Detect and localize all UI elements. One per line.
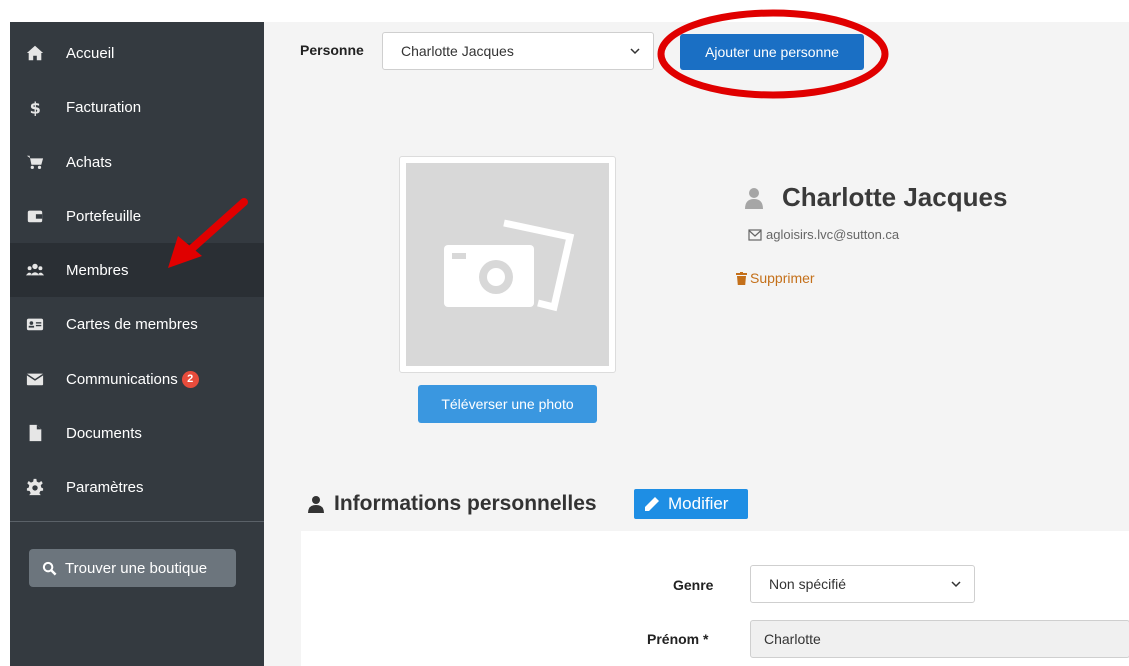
sidebar-item-accueil[interactable]: Accueil [10,26,264,80]
sidebar-item-documents[interactable]: Documents [10,406,264,460]
edit-label: Modifier [668,494,729,513]
personal-info-heading: Informations personnelles [308,492,597,516]
genre-label: Genre [673,577,714,593]
notification-badge: 2 [181,370,199,388]
profile-email: agloisirs.lvc@sutton.ca [748,227,899,242]
user-icon [308,496,324,513]
main-content: Personne Charlotte Jacques Ajouter une p… [264,22,1129,666]
camera-icon [444,219,575,312]
delete-link[interactable]: Supprimer [736,270,815,286]
prenom-field-value: Charlotte [764,631,821,647]
file-icon [25,423,45,443]
upload-photo-button[interactable]: Téléverser une photo [418,385,597,423]
sidebar-item-label: Membres [66,261,129,279]
photo-placeholder-area [406,163,609,366]
chevron-down-icon [630,48,640,55]
personal-info-form: Genre Non spécifié Prénom * Charlotte [301,531,1129,666]
cart-icon [25,152,45,172]
trash-icon [736,271,747,285]
profile-name-text: Charlotte Jacques [782,182,1008,212]
find-shop-button[interactable]: Trouver une boutique [29,549,236,587]
sidebar: Accueil $ Facturation Achats Portefeuill… [10,22,264,666]
wallet-icon [25,206,45,226]
envelope-icon [748,228,762,241]
sidebar-item-communications[interactable]: Communications 2 [10,352,264,406]
home-icon [25,43,45,63]
profile-photo-placeholder [399,156,616,373]
genre-select[interactable]: Non spécifié [750,565,975,603]
sidebar-item-membres[interactable]: Membres [10,243,264,297]
delete-link-label: Supprimer [750,270,815,286]
sidebar-item-label: Achats [66,153,112,171]
chevron-down-icon [951,581,961,588]
person-select[interactable]: Charlotte Jacques [382,32,654,70]
id-card-icon [25,314,45,334]
svg-text:$: $ [30,98,41,116]
sidebar-item-label: Documents [66,424,142,442]
dollar-icon: $ [25,97,45,117]
sidebar-item-label: Portefeuille [66,207,142,225]
sidebar-item-label: Communications [66,370,178,388]
sidebar-divider [10,521,264,522]
prenom-field[interactable]: Charlotte [750,620,1129,658]
users-icon [25,260,45,280]
edit-personal-info-button[interactable]: Modifier [634,489,748,519]
sidebar-item-cartes-de-membres[interactable]: Cartes de membres [10,297,264,351]
sidebar-item-label: Accueil [66,44,115,62]
personal-info-title: Informations personnelles [334,492,597,515]
gear-icon [25,477,45,497]
search-icon [42,561,57,575]
sidebar-item-label: Facturation [66,98,142,116]
sidebar-item-facturation[interactable]: $ Facturation [10,80,264,134]
envelope-icon [25,369,45,389]
sidebar-item-label: Paramètres [66,478,144,496]
sidebar-item-portefeuille[interactable]: Portefeuille [10,189,264,243]
add-person-button[interactable]: Ajouter une personne [680,34,864,70]
genre-select-value: Non spécifié [769,576,847,592]
pencil-icon [645,497,659,511]
find-shop-label: Trouver une boutique [65,559,208,577]
sidebar-item-parametres[interactable]: Paramètres [10,460,264,514]
profile-name: Charlotte Jacques [744,182,1007,213]
profile-email-text: agloisirs.lvc@sutton.ca [766,227,900,242]
sidebar-item-achats[interactable]: Achats [10,135,264,189]
prenom-label: Prénom * [647,631,709,647]
sidebar-item-label: Cartes de membres [66,315,198,333]
user-icon [745,187,763,209]
person-label: Personne [300,42,364,58]
person-select-value: Charlotte Jacques [401,43,514,59]
